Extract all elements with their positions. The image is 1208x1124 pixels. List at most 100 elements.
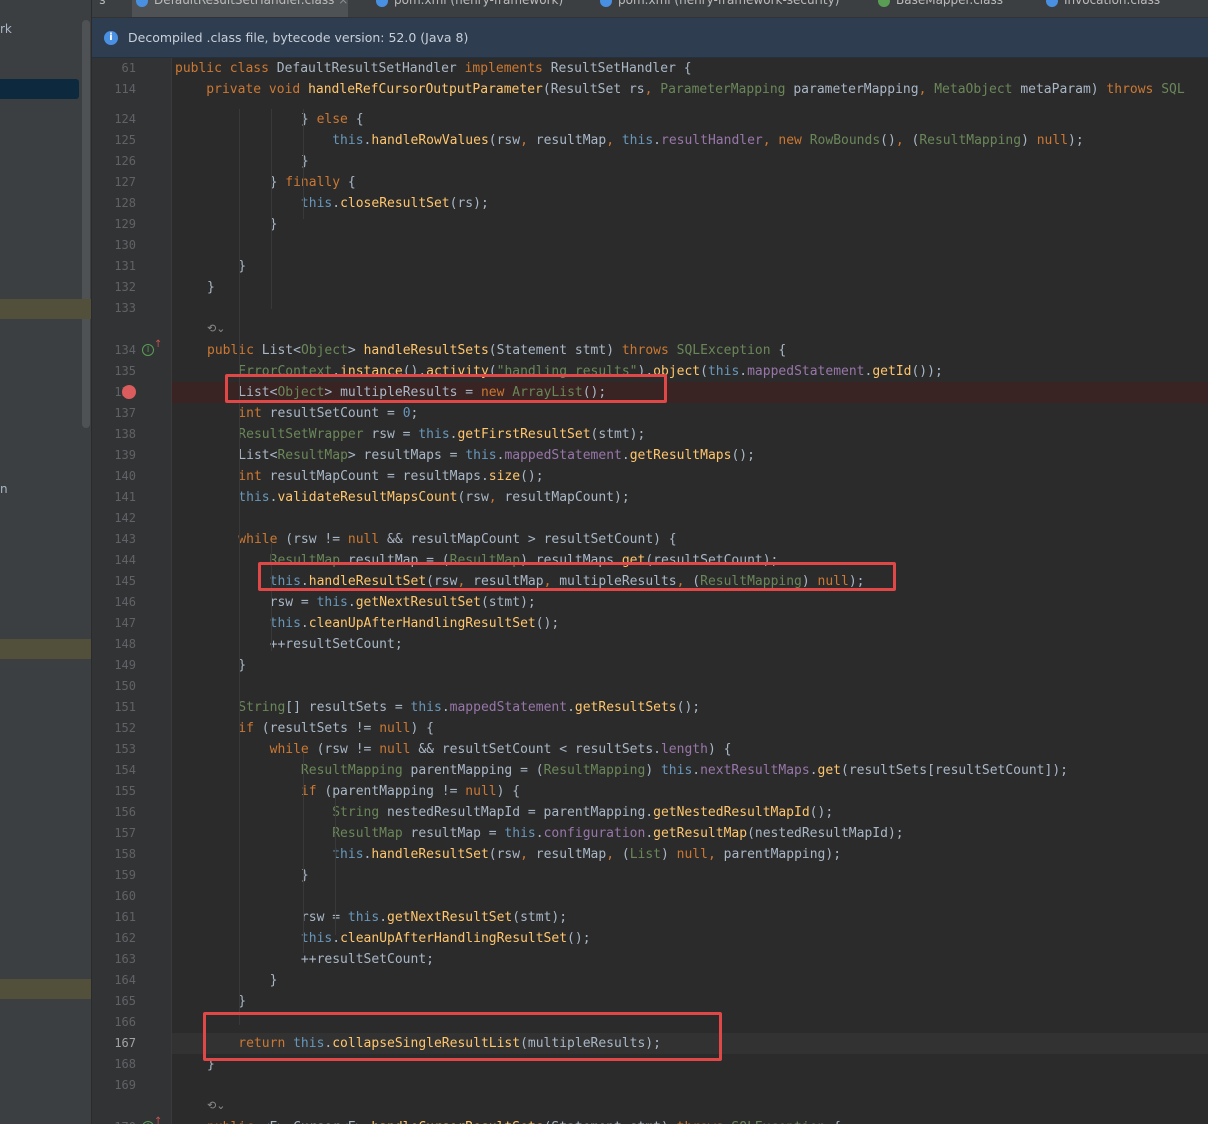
code-line[interactable]: this.cleanUpAfterHandlingResultSet(); <box>172 928 1208 949</box>
code-line[interactable] <box>172 676 1208 697</box>
line-number[interactable]: 147 <box>92 613 136 634</box>
project-tool-panel[interactable]: rk n <box>0 0 92 1124</box>
code-line[interactable]: ResultMap resultMap = (ResultMap) result… <box>172 550 1208 571</box>
code-line[interactable]: while (rsw != null && resultSetCount < r… <box>172 739 1208 760</box>
line-number[interactable]: 145 <box>92 571 136 592</box>
implements-method-icon[interactable]: I <box>142 344 154 356</box>
editor-tab[interactable]: pom.xml (henry-framework-security) <box>596 0 839 17</box>
line-number[interactable]: 138 <box>92 424 136 445</box>
code-line[interactable] <box>172 508 1208 529</box>
code-line[interactable]: List<Object> multipleResults = new Array… <box>172 382 1208 403</box>
code-line[interactable] <box>172 319 1208 340</box>
code-line[interactable] <box>172 1075 1208 1096</box>
editor-tab[interactable]: DefaultResultSetHandler.class × <box>132 0 349 17</box>
code-line[interactable]: rsw = this.getNextResultSet(stmt); <box>172 592 1208 613</box>
code-line[interactable]: ResultMap resultMap = this.configuration… <box>172 823 1208 844</box>
line-number[interactable]: 139 <box>92 445 136 466</box>
code-line[interactable]: } <box>172 991 1208 1012</box>
line-number[interactable]: 126 <box>92 151 136 172</box>
line-number[interactable]: 163 <box>92 949 136 970</box>
line-number[interactable]: 168 <box>92 1054 136 1075</box>
line-number[interactable]: 149 <box>92 655 136 676</box>
code-line[interactable]: List<ResultMap> resultMaps = this.mapped… <box>172 445 1208 466</box>
code-line[interactable]: public <E> Cursor<E> handleCursorResultS… <box>172 1117 1208 1124</box>
line-number[interactable]: 151 <box>92 697 136 718</box>
code-line[interactable] <box>172 886 1208 907</box>
line-number[interactable]: 127 <box>92 172 136 193</box>
code-line[interactable]: } <box>172 865 1208 886</box>
line-number[interactable]: 129 <box>92 214 136 235</box>
code-line[interactable]: this. handleRowValues(rsw, resultMap, thi… <box>172 130 1208 151</box>
line-number[interactable]: 124 <box>92 109 136 130</box>
code-line[interactable]: if (resultSets != null) { <box>172 718 1208 739</box>
inlay-hint-icon[interactable]: ⟲⌄ <box>207 322 225 335</box>
line-number[interactable]: 141 <box>92 487 136 508</box>
sticky-scope-line[interactable]: private void handleRefCursorOutputParame… <box>172 79 1208 100</box>
line-number[interactable]: 156 <box>92 802 136 823</box>
code-line[interactable]: this.cleanUpAfterHandlingResultSet(); <box>172 613 1208 634</box>
line-number[interactable]: 132 <box>92 277 136 298</box>
code-line[interactable]: while (rsw != null && resultMapCount > r… <box>172 529 1208 550</box>
line-number[interactable]: 157 <box>92 823 136 844</box>
line-number[interactable]: 140 <box>92 466 136 487</box>
line-number[interactable]: 155 <box>92 781 136 802</box>
close-tab-icon[interactable]: × <box>334 0 348 7</box>
line-number[interactable]: 153 <box>92 739 136 760</box>
code-line[interactable]: ++resultSetCount; <box>172 949 1208 970</box>
code-line[interactable]: return this.collapseSingleResultList(mul… <box>172 1033 1208 1054</box>
line-number[interactable]: 130 <box>92 235 136 256</box>
line-number[interactable]: 135 <box>92 361 136 382</box>
line-number[interactable]: 160 <box>92 886 136 907</box>
line-number[interactable]: 165 <box>92 991 136 1012</box>
line-number[interactable]: 154 <box>92 760 136 781</box>
code-line[interactable]: ++resultSetCount; <box>172 634 1208 655</box>
code-line[interactable]: } finally { <box>172 172 1208 193</box>
line-number[interactable]: 131 <box>92 256 136 277</box>
line-number[interactable] <box>92 1096 136 1117</box>
code-line[interactable] <box>172 298 1208 319</box>
line-number[interactable]: 133 <box>92 298 136 319</box>
line-number[interactable]: 144 <box>92 550 136 571</box>
line-number[interactable]: 159 <box>92 865 136 886</box>
code-line[interactable]: this.validateResultMapsCount(rsw, result… <box>172 487 1208 508</box>
code-line[interactable]: } <box>172 1054 1208 1075</box>
code-line[interactable] <box>172 1096 1208 1117</box>
code-line[interactable]: } <box>172 256 1208 277</box>
code-line[interactable]: } <box>172 277 1208 298</box>
code-line[interactable]: String[] resultSets = this.mappedStateme… <box>172 697 1208 718</box>
code-area[interactable]: } else { this.handleRowValues(rsw, resul… <box>172 58 1208 1124</box>
line-number[interactable] <box>92 319 136 340</box>
line-number[interactable]: 169 <box>92 1075 136 1096</box>
code-line[interactable]: } <box>172 214 1208 235</box>
code-editor[interactable]: 124 125 126 127 128 129 130 131 132 133 134 I ↑ 135 13… <box>92 58 1208 1124</box>
editor-tab[interactable]: Invocation.class <box>1042 0 1160 17</box>
line-number[interactable]: 146 <box>92 592 136 613</box>
line-number[interactable]: 142 <box>92 508 136 529</box>
line-number[interactable]: 170 <box>92 1117 136 1124</box>
code-line[interactable]: int resultMapCount = resultMaps.size(); <box>172 466 1208 487</box>
inlay-hint-icon[interactable]: ⟲⌄ <box>207 1099 225 1112</box>
code-line[interactable]: ResultMapping parentMapping = (ResultMap… <box>172 760 1208 781</box>
code-line[interactable]: } else { <box>172 109 1208 130</box>
line-number[interactable]: 148 <box>92 634 136 655</box>
line-number-gutter[interactable]: 124 125 126 127 128 129 130 131 132 133 134 I ↑ 135 13… <box>92 58 172 1124</box>
code-line[interactable]: } <box>172 655 1208 676</box>
code-line[interactable]: String nestedResultMapId = parentMapping… <box>172 802 1208 823</box>
code-line[interactable]: rsw = this.getNextResultSet(stmt); <box>172 907 1208 928</box>
panel-scrollbar[interactable] <box>82 20 90 428</box>
breakpoint-icon[interactable] <box>122 385 136 399</box>
editor-tab[interactable]: pom.xml (henry-framework) <box>372 0 563 17</box>
editor-tab[interactable]: BaseMapper.class <box>874 0 1003 17</box>
selected-tree-item[interactable] <box>0 79 79 99</box>
line-number[interactable]: 137 <box>92 403 136 424</box>
line-number[interactable]: 158 <box>92 844 136 865</box>
line-number[interactable]: 164 <box>92 970 136 991</box>
line-number[interactable]: 125 <box>92 130 136 151</box>
line-number[interactable]: 162 <box>92 928 136 949</box>
code-line[interactable]: int resultSetCount = 0; <box>172 403 1208 424</box>
code-line[interactable]: this.handleResultSet(rsw, resultMap, mul… <box>172 571 1208 592</box>
line-number[interactable]: 134 <box>92 340 136 361</box>
code-line[interactable]: this.closeResultSet(rs); <box>172 193 1208 214</box>
code-line[interactable]: } <box>172 151 1208 172</box>
line-number[interactable]: 161 <box>92 907 136 928</box>
